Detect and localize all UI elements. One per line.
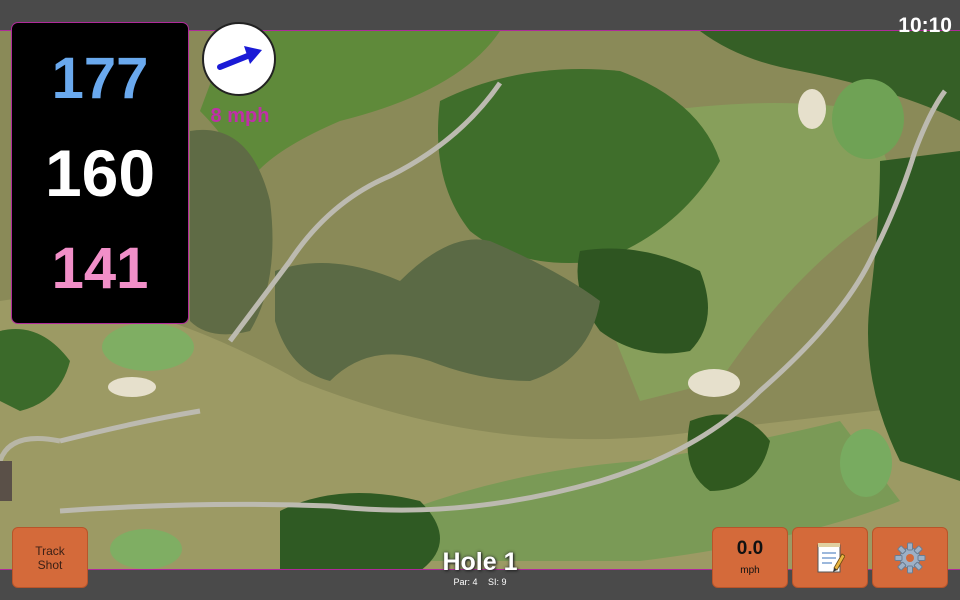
- track-shot-label: Track Shot: [35, 544, 65, 572]
- back-distance: 177: [51, 46, 149, 111]
- middle-distance: 160: [44, 136, 156, 210]
- hole-stroke-index: SI: 9: [488, 577, 507, 587]
- front-distance: 141: [51, 236, 149, 301]
- hole-par: Par: 4: [453, 577, 478, 587]
- notes-button[interactable]: [792, 527, 868, 588]
- hole-info: Par: 4 SI: 9: [380, 577, 580, 587]
- wind-speed: 8 mph: [210, 105, 270, 127]
- wind-indicator: [202, 22, 276, 96]
- hole-title: Hole 1: [442, 548, 518, 576]
- track-shot-button[interactable]: Track Shot: [12, 527, 88, 588]
- settings-button[interactable]: [872, 527, 948, 588]
- speed-unit: mph: [740, 565, 760, 576]
- wind-arrow-icon: [217, 46, 262, 70]
- gear-icon: [894, 542, 926, 573]
- notepad-icon: [817, 542, 845, 572]
- clock: 10:10: [898, 14, 952, 37]
- distance-panel: 177 160 141: [11, 22, 189, 324]
- speed-button[interactable]: 0.0 mph: [712, 527, 788, 588]
- speed-value: 0.0: [736, 538, 764, 559]
